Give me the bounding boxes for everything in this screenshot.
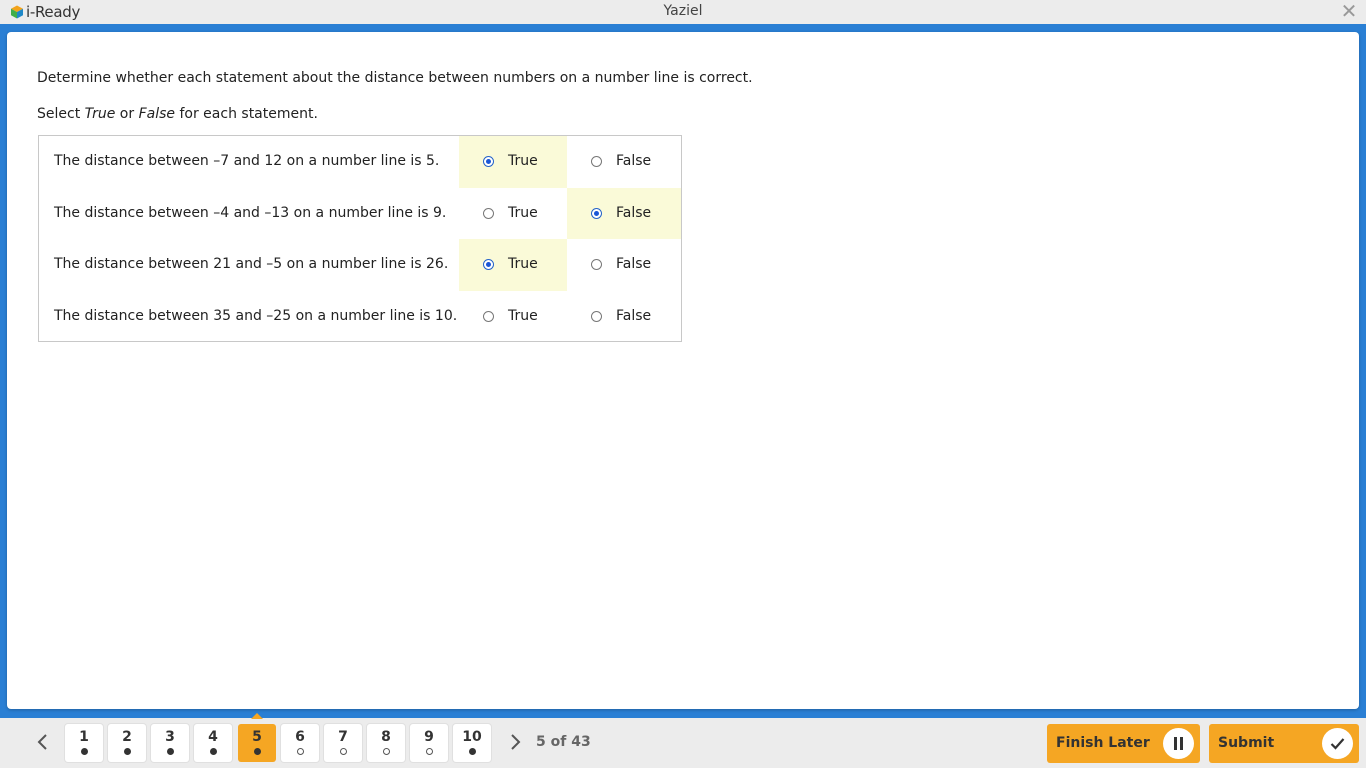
question-number: 5	[252, 729, 262, 745]
question-tab-10[interactable]: 10	[453, 724, 491, 762]
statement-text: The distance between 35 and –25 on a num…	[54, 307, 458, 324]
true-label: True	[508, 307, 538, 324]
true-option[interactable]: True	[459, 136, 567, 188]
statement-text: The distance between 21 and –5 on a numb…	[54, 256, 449, 272]
chevron-left-icon[interactable]	[32, 730, 52, 754]
question-tab-1[interactable]: 1	[65, 724, 103, 762]
true-false-table: The distance between –7 and 12 on a numb…	[38, 135, 682, 342]
true-radio[interactable]	[483, 259, 494, 270]
question-tab-4[interactable]: 4	[194, 724, 232, 762]
true-option[interactable]: True	[459, 291, 567, 343]
window-title: Yaziel	[663, 3, 703, 19]
true-radio[interactable]	[483, 207, 494, 219]
false-radio[interactable]	[591, 259, 602, 270]
false-label: False	[616, 153, 652, 169]
true-option[interactable]: True	[459, 188, 567, 240]
statement-row: The distance between 21 and –5 on a numb…	[39, 239, 681, 291]
answer-status-dot	[296, 748, 304, 755]
question-tab-9[interactable]: 9	[410, 724, 448, 762]
close-icon[interactable]: ✕	[1340, 2, 1358, 22]
question-navigation-bar: 1 2 3 4 5 6 7 8 9 10 5 of 43 Finish Late…	[0, 713, 1366, 768]
question-tab-7[interactable]: 7	[324, 724, 362, 762]
submit-label: Submit	[1218, 735, 1275, 751]
false-option[interactable]: False	[567, 291, 681, 343]
answer-status-dot	[166, 748, 174, 755]
question-number: 10	[462, 729, 482, 745]
finish-later-button[interactable]: Finish Later	[1047, 724, 1200, 763]
finish-later-label: Finish Later	[1056, 735, 1150, 751]
true-label: True	[508, 204, 538, 221]
statement-text: The distance between –7 and 12 on a numb…	[54, 153, 440, 169]
true-label: True	[508, 153, 538, 169]
question-instruction: Determine whether each statement about t…	[37, 70, 753, 86]
question-tab-5[interactable]: 5	[238, 724, 276, 762]
check-icon	[1322, 728, 1353, 759]
false-radio[interactable]	[591, 207, 602, 219]
select-true-word: True	[84, 106, 116, 122]
submit-button[interactable]: Submit	[1209, 724, 1359, 763]
answer-status-dot	[253, 748, 261, 755]
statement-text: The distance between –4 and –13 on a num…	[54, 204, 447, 221]
answer-status-dot	[382, 748, 390, 755]
question-number: 6	[295, 729, 305, 745]
question-number: 7	[338, 729, 348, 745]
select-instruction: Select True or False for each statement.	[37, 106, 318, 122]
question-tab-2[interactable]: 2	[108, 724, 146, 762]
select-prefix: Select	[37, 106, 85, 122]
true-option[interactable]: True	[459, 239, 567, 291]
false-label: False	[616, 204, 652, 221]
question-progress: 5 of 43	[536, 734, 591, 750]
question-number: 4	[208, 729, 218, 745]
select-suffix: for each statement.	[175, 106, 318, 122]
question-tab-8[interactable]: 8	[367, 724, 405, 762]
false-label: False	[616, 256, 652, 272]
select-false-word: False	[138, 106, 176, 122]
answer-status-dot	[123, 748, 131, 755]
current-question-pointer	[251, 713, 263, 719]
statement-row: The distance between –4 and –13 on a num…	[39, 187, 681, 240]
question-number: 3	[165, 729, 175, 745]
answer-status-dot	[209, 748, 217, 755]
pause-icon	[1163, 728, 1194, 759]
question-number: 9	[424, 729, 434, 745]
statement-row: The distance between –7 and 12 on a numb…	[39, 136, 681, 188]
select-or: or	[115, 106, 139, 122]
true-radio[interactable]	[483, 310, 494, 322]
chevron-right-icon[interactable]	[506, 730, 526, 754]
question-panel: Determine whether each statement about t…	[7, 32, 1359, 709]
answer-status-dot	[80, 748, 88, 755]
true-radio[interactable]	[483, 156, 494, 167]
answer-status-dot	[468, 748, 476, 755]
true-label: True	[508, 256, 538, 272]
question-tab-3[interactable]: 3	[151, 724, 189, 762]
question-number: 8	[381, 729, 391, 745]
title-bar: i-Ready Yaziel ✕	[0, 0, 1366, 24]
false-radio[interactable]	[591, 156, 602, 167]
answer-status-dot	[339, 748, 347, 755]
statement-row: The distance between 35 and –25 on a num…	[39, 291, 681, 343]
false-label: False	[616, 307, 652, 324]
answer-status-dot	[425, 748, 433, 755]
question-number: 1	[79, 729, 89, 745]
false-radio[interactable]	[591, 310, 602, 322]
question-tab-6[interactable]: 6	[281, 724, 319, 762]
question-number: 2	[122, 729, 132, 745]
false-option[interactable]: False	[567, 187, 681, 239]
false-option[interactable]: False	[567, 136, 681, 188]
false-option[interactable]: False	[567, 239, 681, 291]
